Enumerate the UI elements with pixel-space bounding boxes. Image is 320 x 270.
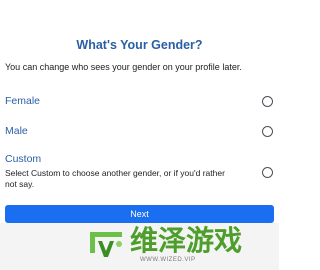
page-title: What's Your Gender? (76, 38, 203, 52)
option-male-label: Male (5, 125, 28, 137)
page-subtitle: You can change who sees your gender on y… (5, 62, 242, 72)
option-female-label: Female (5, 95, 41, 107)
radio-female[interactable] (262, 96, 273, 107)
option-custom-label: Custom (5, 153, 42, 165)
watermark-subtext: WWW.WIZED.VIP (140, 257, 196, 263)
radio-male[interactable] (262, 126, 273, 137)
option-male[interactable]: Male (5, 125, 274, 139)
watermark-text: 维泽游戏 (130, 224, 243, 257)
option-female[interactable]: Female (5, 95, 274, 109)
radio-custom[interactable] (262, 167, 273, 178)
option-custom-description: Select Custom to choose another gender, … (5, 168, 225, 189)
option-custom[interactable]: Custom Select Custom to choose another g… (5, 153, 274, 193)
watermark-logo (90, 232, 122, 257)
next-button[interactable]: Next (5, 205, 274, 223)
